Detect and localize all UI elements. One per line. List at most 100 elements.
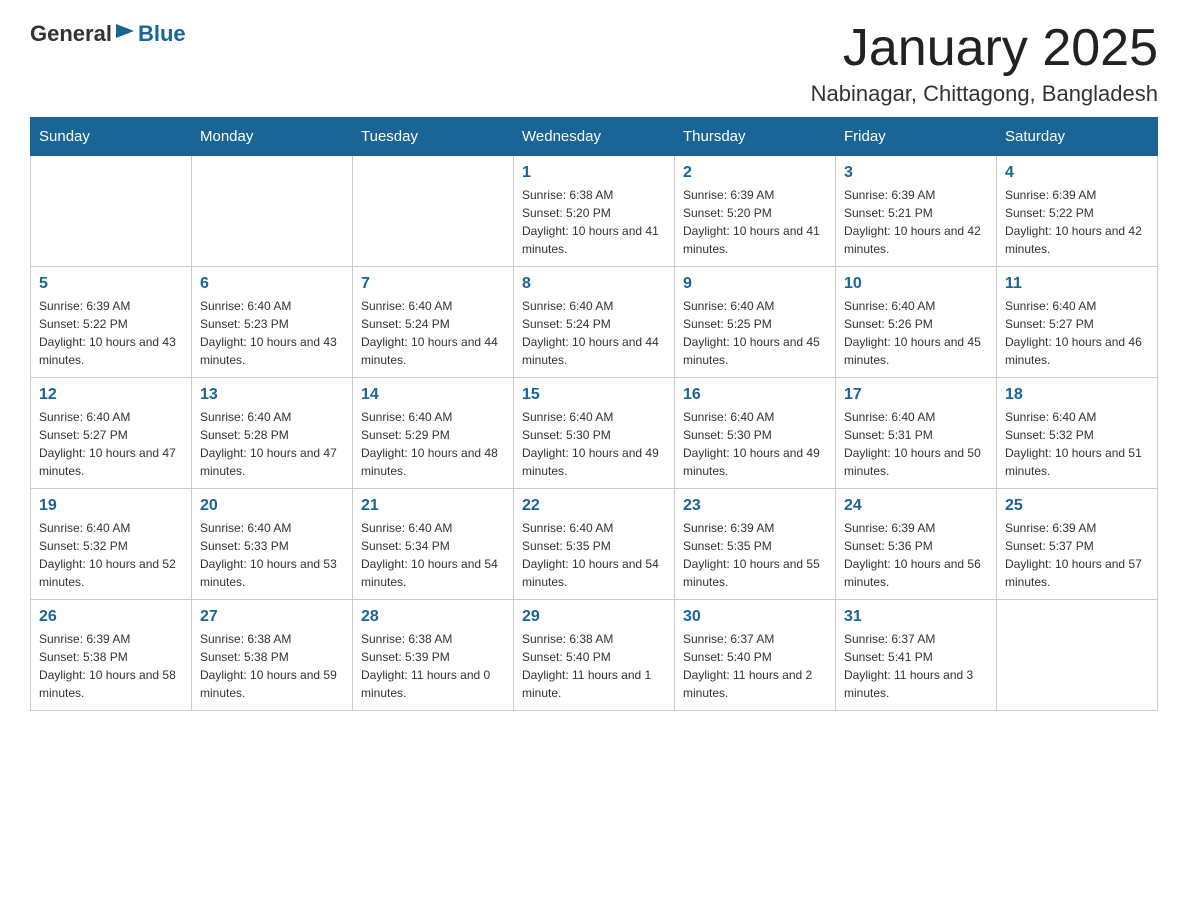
table-row: 23 Sunrise: 6:39 AM Sunset: 5:35 PM Dayli… [675,489,836,600]
table-row: 19 Sunrise: 6:40 AM Sunset: 5:32 PM Dayli… [31,489,192,600]
day-info: Sunrise: 6:40 AM Sunset: 5:25 PM Dayligh… [683,297,827,369]
table-row: 15Sunrise: 6:40 AM Sunset: 5:30 PM Dayli… [514,378,675,489]
logo: General Blue [30,20,186,47]
col-thursday: Thursday [675,118,836,156]
day-info: Sunrise: 6:39 AM Sunset: 5:22 PM Dayligh… [39,297,183,369]
table-row: 20Sunrise: 6:40 AM Sunset: 5:33 PM Dayli… [192,489,353,600]
day-info: Sunrise: 6:40 AM Sunset: 5:26 PM Dayligh… [844,297,988,369]
day-info: Sunrise: 6:39 AM Sunset: 5:37 PM Dayligh… [1005,519,1149,591]
title-section: January 2025 Nabinagar, Chittagong, Bang… [811,20,1158,107]
table-row [997,600,1158,711]
table-row: 1 Sunrise: 6:38 AM Sunset: 5:20 PM Daylig… [514,156,675,267]
col-tuesday: Tuesday [353,118,514,156]
logo-general-text: General [30,21,112,47]
day-number: 2 [683,164,827,182]
day-info: Sunrise: 6:40 AM Sunset: 5:35 PM Dayligh… [522,519,666,591]
day-info: Sunrise: 6:39 AM Sunset: 5:21 PM Dayligh… [844,186,988,258]
day-info: Sunrise: 6:40 AM Sunset: 5:29 PM Dayligh… [361,408,505,480]
day-number: 11 [1005,275,1149,293]
day-info: Sunrise: 6:39 AM Sunset: 5:38 PM Dayligh… [39,630,183,702]
calendar-table: Sunday Monday Tuesday Wednesday Thursday… [30,117,1158,711]
table-row: 26 Sunrise: 6:39 AM Sunset: 5:38 PM Dayli… [31,600,192,711]
col-sunday: Sunday [31,118,192,156]
table-row: 14Sunrise: 6:40 AM Sunset: 5:29 PM Dayli… [353,378,514,489]
table-row: 10 Sunrise: 6:40 AM Sunset: 5:26 PM Dayli… [836,267,997,378]
day-info: Sunrise: 6:39 AM Sunset: 5:35 PM Dayligh… [683,519,827,591]
day-number: 10 [844,275,988,293]
calendar-header-row: Sunday Monday Tuesday Wednesday Thursday… [31,118,1158,156]
day-number: 19 [39,497,183,515]
day-info: Sunrise: 6:38 AM Sunset: 5:40 PM Dayligh… [522,630,666,702]
day-number: 7 [361,275,505,293]
day-number: 28 [361,608,505,626]
table-row: 6 Sunrise: 6:40 AM Sunset: 5:23 PM Daylig… [192,267,353,378]
table-row: 2 Sunrise: 6:39 AM Sunset: 5:20 PM Daylig… [675,156,836,267]
day-info: Sunrise: 6:40 AM Sunset: 5:32 PM Dayligh… [1005,408,1149,480]
day-number: 24 [844,497,988,515]
table-row: 11Sunrise: 6:40 AM Sunset: 5:27 PM Dayli… [997,267,1158,378]
day-number: 21 [361,497,505,515]
table-row [31,156,192,267]
table-row: 18 Sunrise: 6:40 AM Sunset: 5:32 PM Dayli… [997,378,1158,489]
table-row: 3 Sunrise: 6:39 AM Sunset: 5:21 PM Daylig… [836,156,997,267]
day-info: Sunrise: 6:40 AM Sunset: 5:27 PM Dayligh… [39,408,183,480]
day-info: Sunrise: 6:40 AM Sunset: 5:32 PM Dayligh… [39,519,183,591]
day-number: 26 [39,608,183,626]
table-row: 21 Sunrise: 6:40 AM Sunset: 5:34 PM Dayli… [353,489,514,600]
day-number: 15 [522,386,666,404]
table-row: 9Sunrise: 6:40 AM Sunset: 5:25 PM Daylig… [675,267,836,378]
col-wednesday: Wednesday [514,118,675,156]
logo-arrow-icon [114,20,136,47]
day-number: 30 [683,608,827,626]
day-number: 17 [844,386,988,404]
col-saturday: Saturday [997,118,1158,156]
calendar-week-row: 1 Sunrise: 6:38 AM Sunset: 5:20 PM Daylig… [31,156,1158,267]
table-row: 29 Sunrise: 6:38 AM Sunset: 5:40 PM Dayli… [514,600,675,711]
calendar-week-row: 12 Sunrise: 6:40 AM Sunset: 5:27 PM Dayli… [31,378,1158,489]
day-info: Sunrise: 6:39 AM Sunset: 5:20 PM Dayligh… [683,186,827,258]
table-row: 7 Sunrise: 6:40 AM Sunset: 5:24 PM Daylig… [353,267,514,378]
day-info: Sunrise: 6:39 AM Sunset: 5:22 PM Dayligh… [1005,186,1149,258]
day-info: Sunrise: 6:40 AM Sunset: 5:23 PM Dayligh… [200,297,344,369]
logo-blue-text: Blue [138,21,186,47]
day-number: 6 [200,275,344,293]
day-number: 18 [1005,386,1149,404]
table-row [192,156,353,267]
table-row: 22 Sunrise: 6:40 AM Sunset: 5:35 PM Dayli… [514,489,675,600]
day-info: Sunrise: 6:37 AM Sunset: 5:41 PM Dayligh… [844,630,988,702]
day-number: 1 [522,164,666,182]
day-number: 12 [39,386,183,404]
day-info: Sunrise: 6:40 AM Sunset: 5:34 PM Dayligh… [361,519,505,591]
table-row: 16 Sunrise: 6:40 AM Sunset: 5:30 PM Dayli… [675,378,836,489]
day-number: 20 [200,497,344,515]
day-info: Sunrise: 6:40 AM Sunset: 5:31 PM Dayligh… [844,408,988,480]
table-row [353,156,514,267]
day-number: 16 [683,386,827,404]
day-info: Sunrise: 6:38 AM Sunset: 5:20 PM Dayligh… [522,186,666,258]
table-row: 12 Sunrise: 6:40 AM Sunset: 5:27 PM Dayli… [31,378,192,489]
table-row: 4 Sunrise: 6:39 AM Sunset: 5:22 PM Daylig… [997,156,1158,267]
day-number: 22 [522,497,666,515]
month-title: January 2025 [811,20,1158,77]
location-title: Nabinagar, Chittagong, Bangladesh [811,81,1158,107]
day-info: Sunrise: 6:40 AM Sunset: 5:24 PM Dayligh… [361,297,505,369]
day-number: 23 [683,497,827,515]
table-row: 17 Sunrise: 6:40 AM Sunset: 5:31 PM Dayli… [836,378,997,489]
day-info: Sunrise: 6:38 AM Sunset: 5:39 PM Dayligh… [361,630,505,702]
day-number: 25 [1005,497,1149,515]
day-info: Sunrise: 6:39 AM Sunset: 5:36 PM Dayligh… [844,519,988,591]
day-number: 8 [522,275,666,293]
col-friday: Friday [836,118,997,156]
table-row: 5Sunrise: 6:39 AM Sunset: 5:22 PM Daylig… [31,267,192,378]
table-row: 27Sunrise: 6:38 AM Sunset: 5:38 PM Dayli… [192,600,353,711]
day-info: Sunrise: 6:40 AM Sunset: 5:30 PM Dayligh… [683,408,827,480]
day-number: 13 [200,386,344,404]
calendar-week-row: 19 Sunrise: 6:40 AM Sunset: 5:32 PM Dayli… [31,489,1158,600]
col-monday: Monday [192,118,353,156]
table-row: 28 Sunrise: 6:38 AM Sunset: 5:39 PM Dayli… [353,600,514,711]
day-number: 29 [522,608,666,626]
day-number: 3 [844,164,988,182]
day-info: Sunrise: 6:40 AM Sunset: 5:24 PM Dayligh… [522,297,666,369]
calendar-week-row: 5Sunrise: 6:39 AM Sunset: 5:22 PM Daylig… [31,267,1158,378]
day-number: 4 [1005,164,1149,182]
